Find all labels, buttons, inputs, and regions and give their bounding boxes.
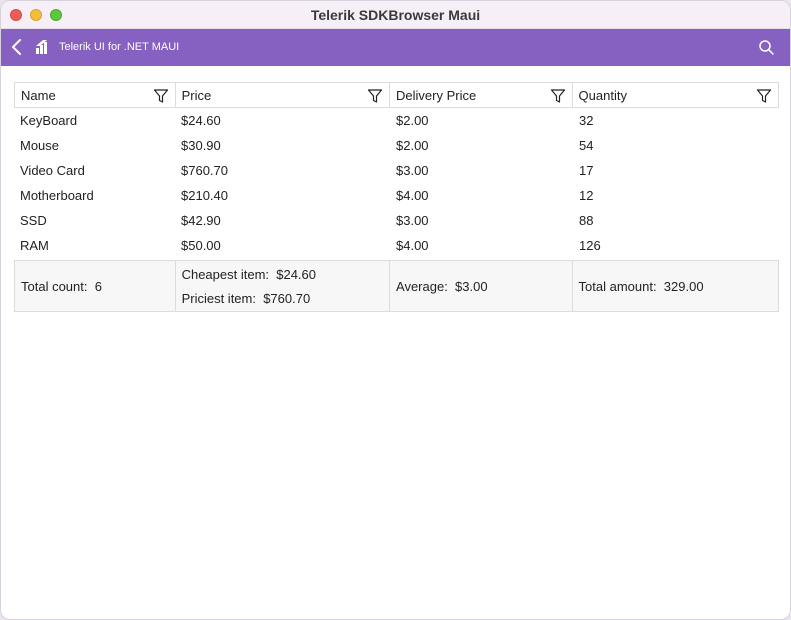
search-icon[interactable]: [758, 39, 775, 56]
footer-cell-delivery-price: Average: $3.00: [390, 261, 573, 311]
total-amount-label: Total amount: 329.00: [578, 278, 704, 294]
column-header-quantity[interactable]: Quantity: [573, 83, 778, 107]
telerik-logo-icon: [36, 40, 47, 54]
cell-delivery-price: $4.00: [396, 188, 429, 203]
filter-icon[interactable]: [367, 88, 383, 104]
cell-name: SSD: [20, 213, 47, 228]
back-arrow-icon[interactable]: [10, 38, 24, 56]
app-bar-title: Telerik UI for .NET MAUI: [59, 41, 180, 53]
cell-quantity: 12: [579, 188, 594, 203]
title-bar: Telerik SDKBrowser Maui: [1, 1, 790, 29]
cell-quantity: 88: [579, 213, 594, 228]
column-header-label: Price: [181, 87, 212, 103]
cell-delivery-price: $2.00: [396, 113, 429, 128]
cell-name: KeyBoard: [20, 113, 78, 128]
cell-delivery-price: $4.00: [396, 238, 429, 253]
close-window-button[interactable]: [10, 9, 22, 21]
cell-delivery-price: $3.00: [396, 213, 429, 228]
column-header-label: Name: [21, 87, 56, 103]
cell-name: RAM: [20, 238, 49, 253]
average-label: Average: $3.00: [396, 278, 488, 294]
column-header-price[interactable]: Price: [176, 83, 391, 107]
cell-delivery-price: $2.00: [396, 138, 429, 153]
cell-price: $760.70: [181, 163, 228, 178]
table-row[interactable]: RAM $50.00 $4.00 126: [14, 233, 779, 258]
footer-cell-name: Total count: 6: [15, 261, 176, 311]
column-header-name[interactable]: Name: [15, 83, 176, 107]
filter-icon[interactable]: [550, 88, 566, 104]
filter-icon[interactable]: [153, 88, 169, 104]
cell-price: $50.00: [181, 238, 221, 253]
window-title: Telerik SDKBrowser Maui: [310, 6, 481, 23]
cell-name: Motherboard: [20, 188, 94, 203]
column-header-label: Quantity: [578, 87, 627, 103]
zoom-window-button[interactable]: [50, 9, 62, 21]
cell-price: $24.60: [181, 113, 221, 128]
cheapest-item-label: Cheapest item: $24.60: [181, 266, 316, 282]
priciest-item-label: Priciest item: $760.70: [181, 290, 311, 306]
column-header-delivery-price[interactable]: Delivery Price: [390, 83, 573, 107]
table-row[interactable]: Mouse $30.90 $2.00 54: [14, 133, 779, 158]
table-row[interactable]: KeyBoard $24.60 $2.00 32: [14, 108, 779, 133]
app-window: Telerik SDKBrowser Maui Telerik UI for .…: [0, 0, 791, 620]
minimize-window-button[interactable]: [30, 9, 42, 21]
cell-price: $210.40: [181, 188, 228, 203]
grid-footer: Total count: 6 Cheapest item: $24.60 Pri…: [14, 260, 779, 312]
table-row[interactable]: Video Card $760.70 $3.00 17: [14, 158, 779, 183]
total-count-label: Total count: 6: [21, 278, 102, 294]
cell-quantity: 32: [579, 113, 594, 128]
table-row[interactable]: SSD $42.90 $3.00 88: [14, 208, 779, 233]
column-header-label: Delivery Price: [396, 87, 477, 103]
cell-delivery-price: $3.00: [396, 163, 429, 178]
cell-name: Video Card: [20, 163, 85, 178]
data-grid: Name Price Delivery Price Quantity KeyBo…: [14, 82, 779, 312]
table-row[interactable]: Motherboard $210.40 $4.00 12: [14, 183, 779, 208]
window-controls: [10, 9, 62, 21]
grid-header: Name Price Delivery Price Quantity: [14, 82, 779, 108]
cell-price: $30.90: [181, 138, 221, 153]
cell-quantity: 54: [579, 138, 594, 153]
cell-price: $42.90: [181, 213, 221, 228]
cell-quantity: 126: [579, 238, 601, 253]
cell-name: Mouse: [20, 138, 60, 153]
cell-quantity: 17: [579, 163, 594, 178]
app-bar: Telerik UI for .NET MAUI: [1, 29, 790, 66]
footer-cell-price: Cheapest item: $24.60 Priciest item: $76…: [176, 261, 391, 311]
filter-icon[interactable]: [756, 88, 772, 104]
footer-cell-quantity: Total amount: 329.00: [573, 261, 778, 311]
